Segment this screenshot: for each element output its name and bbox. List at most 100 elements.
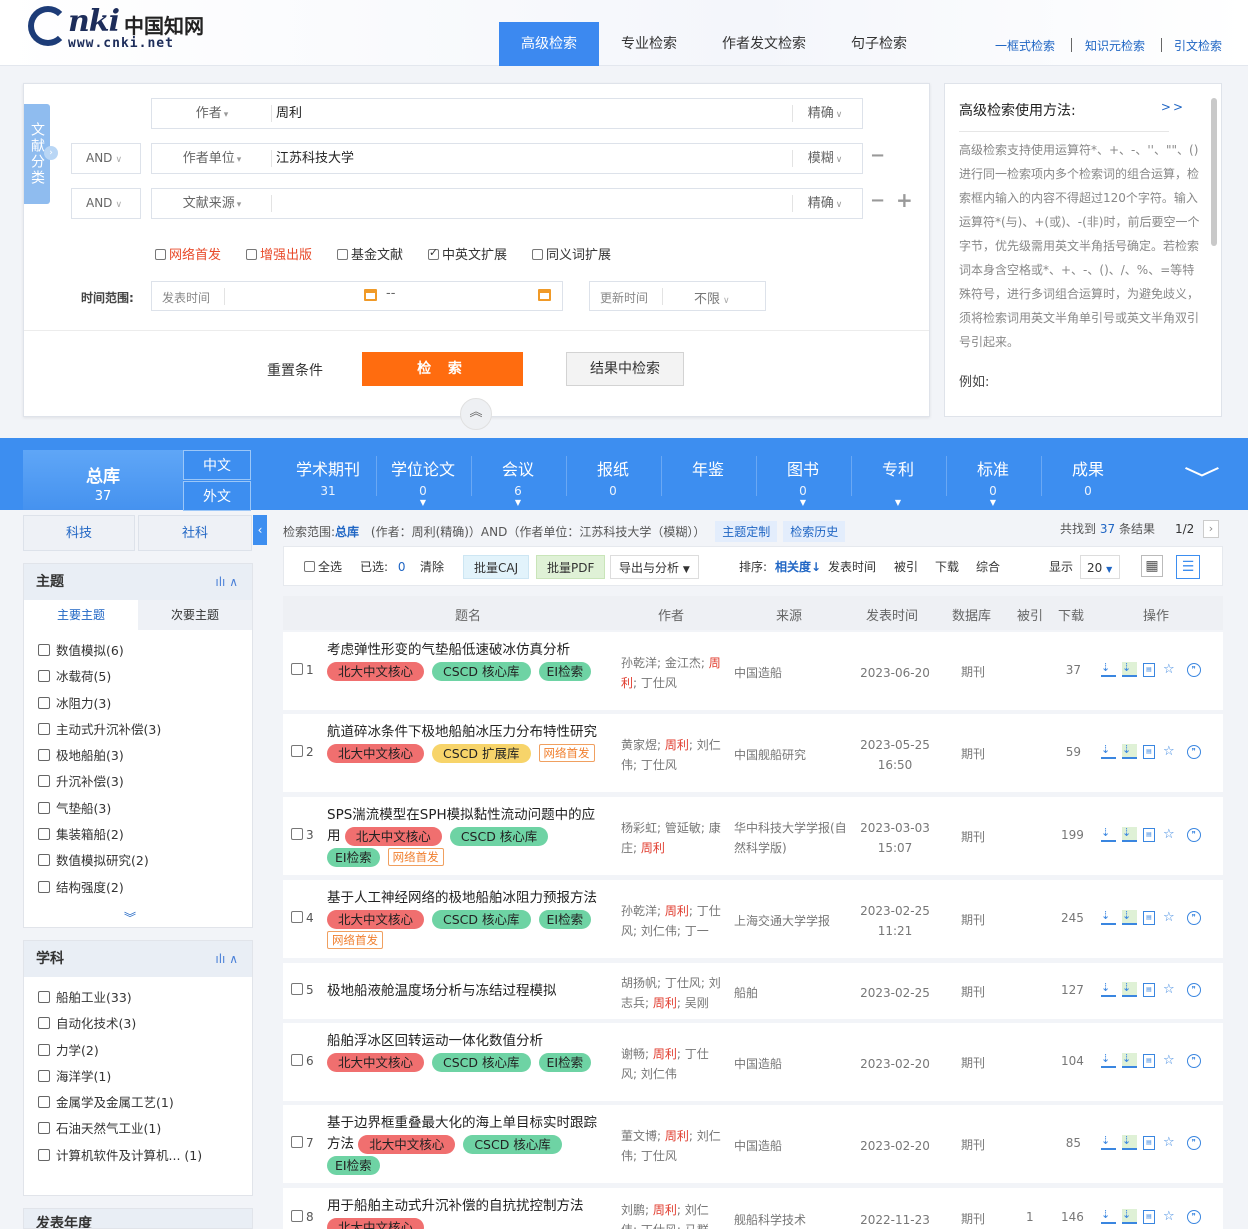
- row-select[interactable]: 8: [291, 1210, 314, 1224]
- html-read-icon[interactable]: ▤: [1143, 982, 1155, 997]
- result-title[interactable]: 船舶浮冰区回转运动一体化数值分析 北大中文核心 CSCD 核心库 EI检索: [327, 1031, 607, 1073]
- sort-composite[interactable]: 综合: [976, 555, 1000, 579]
- author-link[interactable]: 董文博: [621, 1129, 657, 1143]
- quote-icon[interactable]: ❞: [1186, 744, 1201, 759]
- db-yearbook[interactable]: 年鉴: [661, 456, 755, 484]
- download-icon[interactable]: ⇣: [1101, 1053, 1116, 1068]
- expand-more-icon[interactable]: ︾: [124, 909, 136, 926]
- link-single-box-search[interactable]: 一框式检索: [995, 37, 1055, 54]
- list-view-icon[interactable]: ☰: [1176, 555, 1200, 579]
- star-icon[interactable]: ☆: [1163, 827, 1181, 842]
- star-icon[interactable]: ☆: [1163, 982, 1181, 997]
- option-fund-literature[interactable]: 基金文献: [337, 244, 403, 263]
- row-select[interactable]: 4: [291, 911, 314, 925]
- field-select-1[interactable]: 作者 ▾: [172, 99, 252, 128]
- tab-science[interactable]: 科技: [23, 515, 135, 551]
- calendar-icon[interactable]: [364, 289, 377, 301]
- author-link[interactable]: 刘仁伟: [641, 1067, 677, 1081]
- result-source[interactable]: 舰船科学技术: [734, 1210, 854, 1229]
- star-icon[interactable]: ☆: [1163, 744, 1181, 759]
- star-icon[interactable]: ☆: [1163, 662, 1181, 677]
- field-input-1[interactable]: 周利: [276, 99, 302, 128]
- select-all[interactable]: 全选: [304, 555, 342, 579]
- result-source[interactable]: 中国舰船研究: [734, 745, 854, 765]
- result-source[interactable]: 中国造船: [734, 663, 854, 683]
- subject-header[interactable]: 学科 ılı ∧: [24, 941, 252, 977]
- download-pdf-icon[interactable]: ⇣: [1122, 1209, 1137, 1224]
- author-link[interactable]: 孙乾洋: [621, 904, 657, 918]
- start-date-input[interactable]: [229, 282, 384, 310]
- db-journal[interactable]: 学术期刊 31: [281, 456, 375, 498]
- field-input-2[interactable]: 江苏科技大学: [276, 144, 354, 173]
- html-read-icon[interactable]: ▤: [1143, 662, 1155, 677]
- checkbox-checked-icon[interactable]: [428, 246, 439, 260]
- html-read-icon[interactable]: ▤: [1143, 1135, 1155, 1150]
- result-source[interactable]: 华中科技大学学报(自然科学版): [734, 818, 854, 858]
- quote-icon[interactable]: ❞: [1186, 910, 1201, 925]
- calendar-icon[interactable]: [538, 289, 551, 301]
- topic-custom-button[interactable]: 主题定制: [715, 521, 778, 542]
- grid-view-icon[interactable]: ▦: [1141, 555, 1163, 577]
- tab-sentence-search[interactable]: 句子检索: [829, 22, 929, 66]
- topic-item[interactable]: 冰阻力(3): [24, 691, 252, 717]
- topic-item[interactable]: 极地船舶(3): [24, 743, 252, 769]
- html-read-icon[interactable]: ▤: [1143, 827, 1155, 842]
- author-link[interactable]: 管延敏: [665, 821, 701, 835]
- html-read-icon[interactable]: ▤: [1143, 910, 1155, 925]
- tab-social-science[interactable]: 社科: [138, 515, 252, 551]
- help-scrollbar[interactable]: [1211, 98, 1217, 246]
- sort-cited[interactable]: 被引: [894, 555, 918, 579]
- download-pdf-icon[interactable]: ⇣: [1122, 827, 1137, 842]
- db-patent[interactable]: 专利 ▼: [851, 456, 945, 507]
- subject-item[interactable]: 船舶工业(33): [24, 985, 252, 1011]
- author-link[interactable]: 丁仕风: [665, 976, 701, 990]
- topic-item[interactable]: 冰载荷(5): [24, 664, 252, 690]
- col-actions[interactable]: 操作: [1143, 605, 1169, 624]
- page-size-select[interactable]: 20 ▼: [1080, 555, 1120, 579]
- author-link[interactable]: 周利: [665, 1129, 689, 1143]
- quote-icon[interactable]: ❞: [1186, 982, 1201, 997]
- author-link[interactable]: 丁一: [685, 924, 709, 938]
- author-link[interactable]: 刘仁伟: [641, 924, 677, 938]
- author-link[interactable]: 丁仕风: [641, 1223, 677, 1229]
- row-select[interactable]: 2: [291, 745, 314, 759]
- col-database[interactable]: 数据库: [952, 605, 991, 624]
- db-newspaper[interactable]: 报纸 0: [566, 456, 660, 498]
- download-icon[interactable]: ⇣: [1101, 744, 1116, 759]
- topic-item[interactable]: 数值模拟研究(2): [24, 848, 252, 874]
- subject-item[interactable]: 自动化技术(3): [24, 1011, 252, 1037]
- col-downloads[interactable]: 下载: [1058, 605, 1084, 624]
- author-link[interactable]: 孙乾洋: [621, 656, 657, 670]
- db-conference[interactable]: 会议 6 ▼: [471, 456, 565, 507]
- html-read-icon[interactable]: ▤: [1143, 1053, 1155, 1068]
- db-total[interactable]: 总库 37: [23, 450, 183, 510]
- chevron-right-icon[interactable]: ›: [44, 146, 58, 160]
- author-link[interactable]: 胡扬帆: [621, 976, 657, 990]
- sidebar-collapse-icon[interactable]: ‹: [253, 515, 267, 545]
- download-pdf-icon[interactable]: ⇣: [1122, 662, 1137, 677]
- link-citation-search[interactable]: 引文检索: [1174, 37, 1222, 54]
- end-date-input[interactable]: [404, 282, 534, 310]
- batch-pdf-button[interactable]: 批量PDF: [536, 555, 606, 579]
- lang-chinese[interactable]: 中文: [183, 450, 251, 480]
- star-icon[interactable]: ☆: [1163, 910, 1181, 925]
- sort-relevance[interactable]: 相关度↓: [775, 555, 821, 579]
- html-read-icon[interactable]: ▤: [1143, 744, 1155, 759]
- row-select[interactable]: 6: [291, 1054, 314, 1068]
- db-standard[interactable]: 标准 0 ▼: [946, 456, 1040, 507]
- checkbox-icon[interactable]: [246, 249, 257, 260]
- author-link[interactable]: 吴刚: [685, 996, 709, 1010]
- download-icon[interactable]: ⇣: [1101, 662, 1116, 677]
- next-page-icon[interactable]: ›: [1203, 520, 1219, 538]
- sort-date[interactable]: 发表时间: [828, 555, 876, 579]
- tab-secondary-topic[interactable]: 次要主题: [138, 600, 252, 630]
- download-pdf-icon[interactable]: ⇣: [1122, 1053, 1137, 1068]
- link-knowledge-search[interactable]: 知识元检索: [1085, 37, 1145, 54]
- field-select-2[interactable]: 作者单位 ▾: [172, 144, 252, 173]
- checkbox-icon[interactable]: [532, 249, 543, 260]
- author-link[interactable]: 黄家煜: [621, 738, 657, 752]
- topic-item[interactable]: 升沉补偿(3): [24, 769, 252, 795]
- subject-item[interactable]: 力学(2): [24, 1038, 252, 1064]
- col-title[interactable]: 题名: [455, 605, 481, 624]
- topic-item[interactable]: 主动式升沉补偿(3): [24, 717, 252, 743]
